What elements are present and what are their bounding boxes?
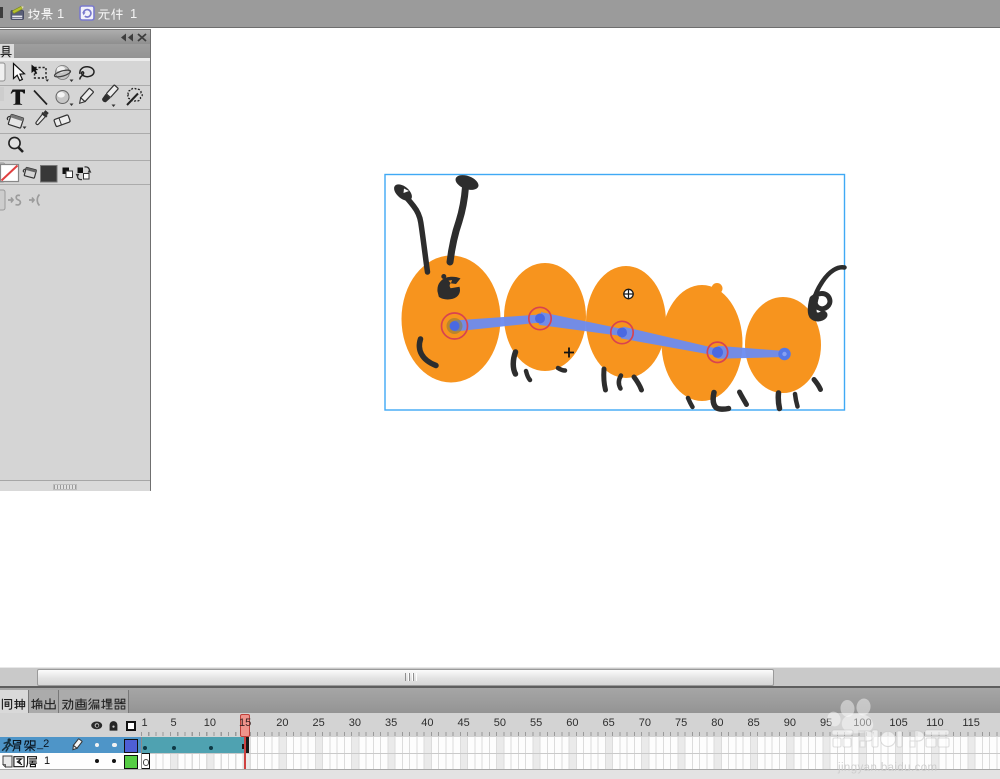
svg-text:jingyan.baidu.com: jingyan.baidu.com: [837, 762, 938, 774]
